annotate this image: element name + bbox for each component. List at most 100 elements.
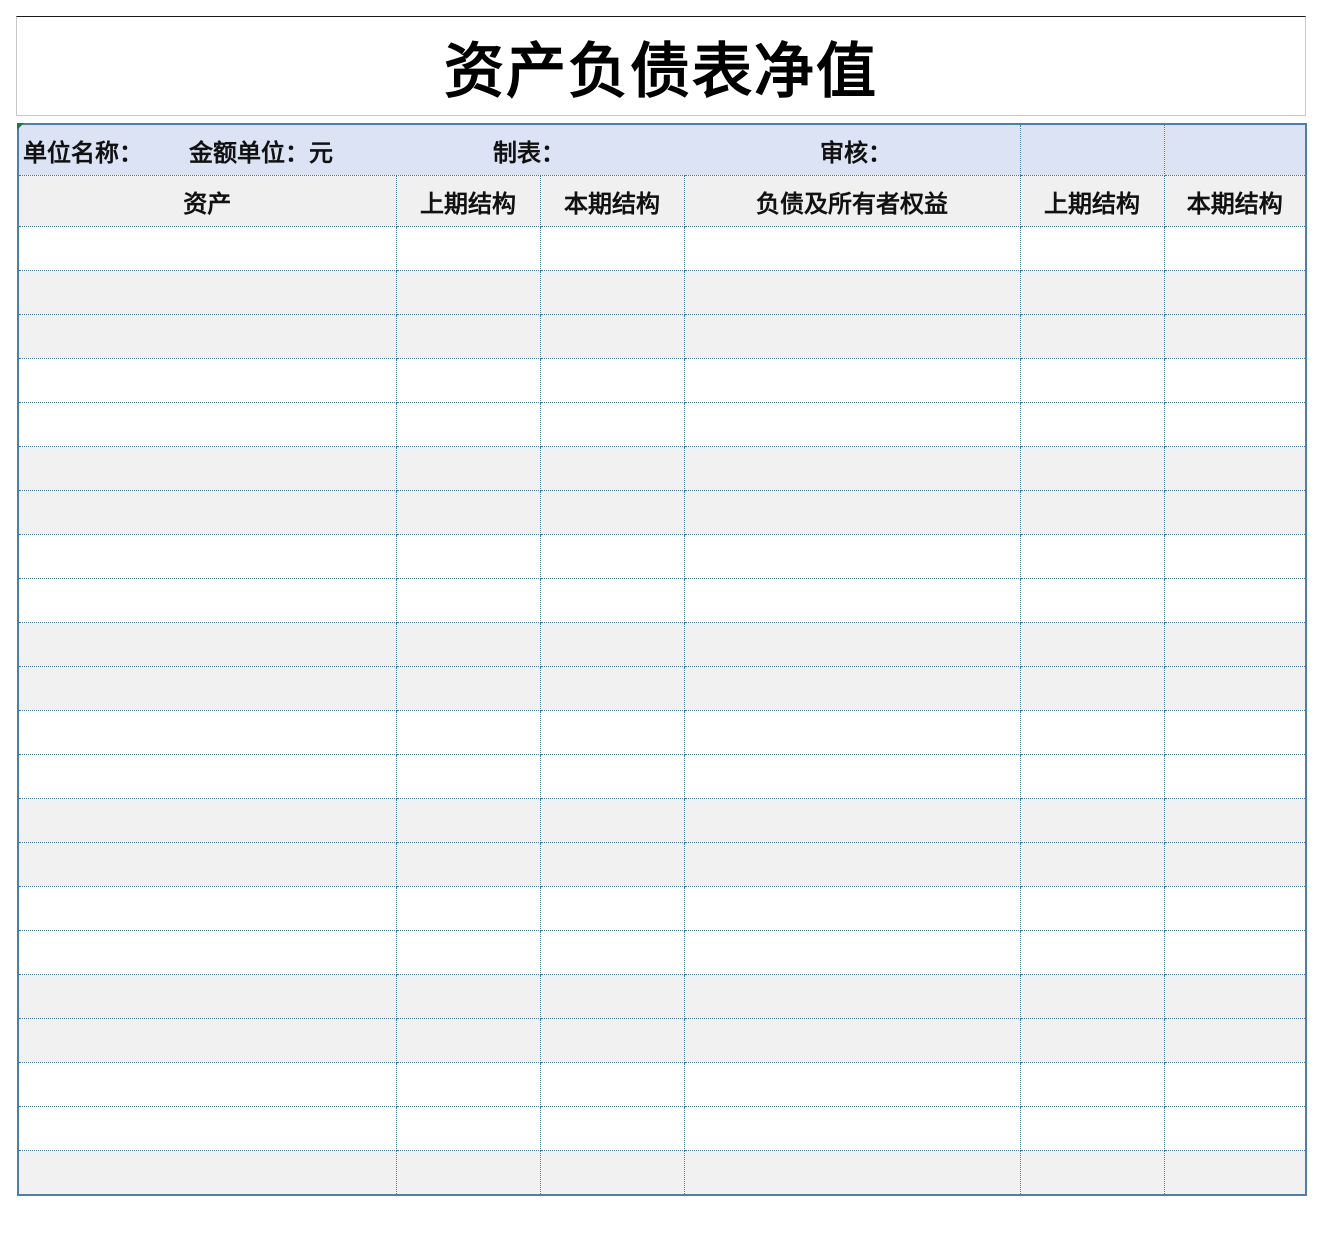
table-cell[interactable] [684, 402, 1021, 447]
table-cell[interactable] [684, 578, 1021, 623]
table-cell[interactable] [396, 666, 541, 711]
table-cell[interactable] [18, 314, 397, 359]
table-cell[interactable] [396, 270, 541, 315]
table-cell[interactable] [18, 754, 397, 799]
table-cell[interactable] [396, 886, 541, 931]
table-cell[interactable] [540, 974, 685, 1019]
table-cell[interactable] [1020, 314, 1165, 359]
table-cell[interactable] [1020, 402, 1165, 447]
table-cell[interactable] [18, 578, 397, 623]
table-cell[interactable] [1164, 534, 1306, 579]
table-cell[interactable] [1020, 974, 1165, 1019]
table-cell[interactable] [396, 446, 541, 491]
table-cell[interactable] [1020, 666, 1165, 711]
table-cell[interactable] [1020, 798, 1165, 843]
table-cell[interactable] [18, 886, 397, 931]
table-cell[interactable] [1020, 358, 1165, 403]
table-cell[interactable] [1164, 886, 1306, 931]
table-cell[interactable] [540, 754, 685, 799]
table-cell[interactable] [540, 314, 685, 359]
table-cell[interactable] [684, 974, 1021, 1019]
table-cell[interactable] [1020, 534, 1165, 579]
table-cell[interactable] [396, 1062, 541, 1107]
table-cell[interactable] [396, 1150, 541, 1195]
table-cell[interactable] [1164, 622, 1306, 667]
table-cell[interactable] [540, 1018, 685, 1063]
table-cell[interactable] [18, 490, 397, 535]
table-cell[interactable] [396, 754, 541, 799]
table-cell[interactable] [684, 1062, 1021, 1107]
table-cell[interactable] [1164, 446, 1306, 491]
table-cell[interactable] [540, 710, 685, 755]
table-cell[interactable] [684, 314, 1021, 359]
table-cell[interactable] [1020, 754, 1165, 799]
table-cell[interactable] [540, 446, 685, 491]
table-cell[interactable] [18, 534, 397, 579]
table-cell[interactable] [396, 622, 541, 667]
table-cell[interactable] [1020, 490, 1165, 535]
info-reviewer-cell[interactable]: 审核： [684, 124, 1020, 176]
table-cell[interactable] [1164, 270, 1306, 315]
table-cell[interactable] [684, 930, 1021, 975]
table-cell[interactable] [1020, 578, 1165, 623]
table-cell[interactable] [1164, 1062, 1306, 1107]
table-cell[interactable] [684, 666, 1021, 711]
table-cell[interactable] [18, 666, 397, 711]
table-cell[interactable] [540, 622, 685, 667]
table-cell[interactable] [1164, 754, 1306, 799]
table-cell[interactable] [684, 754, 1021, 799]
table-cell[interactable] [540, 402, 685, 447]
table-cell[interactable] [540, 226, 685, 271]
table-cell[interactable] [684, 1150, 1021, 1195]
table-cell[interactable] [1020, 226, 1165, 271]
table-cell[interactable] [540, 1150, 685, 1195]
table-cell[interactable] [18, 1018, 397, 1063]
table-cell[interactable] [18, 270, 397, 315]
table-cell[interactable] [18, 1106, 397, 1151]
table-cell[interactable] [1020, 270, 1165, 315]
table-cell[interactable] [396, 974, 541, 1019]
table-cell[interactable] [396, 842, 541, 887]
table-cell[interactable] [684, 1018, 1021, 1063]
table-cell[interactable] [1164, 798, 1306, 843]
table-cell[interactable] [396, 358, 541, 403]
table-cell[interactable] [1164, 402, 1306, 447]
table-cell[interactable] [684, 446, 1021, 491]
table-cell[interactable] [1020, 1018, 1165, 1063]
table-cell[interactable] [684, 842, 1021, 887]
table-cell[interactable] [396, 226, 541, 271]
table-cell[interactable] [540, 886, 685, 931]
table-cell[interactable] [540, 490, 685, 535]
table-cell[interactable] [18, 1062, 397, 1107]
table-cell[interactable] [1164, 974, 1306, 1019]
table-cell[interactable] [18, 1150, 397, 1195]
info-blank-cell[interactable] [1164, 124, 1306, 176]
table-cell[interactable] [1020, 1150, 1165, 1195]
info-blank-cell[interactable] [1019, 124, 1165, 176]
table-cell[interactable] [684, 622, 1021, 667]
info-left-cell[interactable]: 单位名称： 金额单位：元 制表： [18, 124, 684, 176]
table-cell[interactable] [396, 314, 541, 359]
table-cell[interactable] [1164, 710, 1306, 755]
table-cell[interactable] [1164, 1018, 1306, 1063]
table-cell[interactable] [1020, 710, 1165, 755]
table-cell[interactable] [1164, 930, 1306, 975]
table-cell[interactable] [1020, 622, 1165, 667]
table-cell[interactable] [18, 358, 397, 403]
table-cell[interactable] [1164, 314, 1306, 359]
table-cell[interactable] [18, 842, 397, 887]
table-cell[interactable] [396, 534, 541, 579]
table-cell[interactable] [1020, 1062, 1165, 1107]
table-cell[interactable] [1164, 1106, 1306, 1151]
table-cell[interactable] [1020, 930, 1165, 975]
table-cell[interactable] [684, 226, 1021, 271]
table-cell[interactable] [540, 578, 685, 623]
table-cell[interactable] [396, 578, 541, 623]
table-cell[interactable] [1164, 842, 1306, 887]
table-cell[interactable] [540, 358, 685, 403]
table-cell[interactable] [540, 270, 685, 315]
table-cell[interactable] [396, 930, 541, 975]
table-cell[interactable] [1164, 358, 1306, 403]
table-cell[interactable] [1164, 666, 1306, 711]
table-cell[interactable] [684, 490, 1021, 535]
